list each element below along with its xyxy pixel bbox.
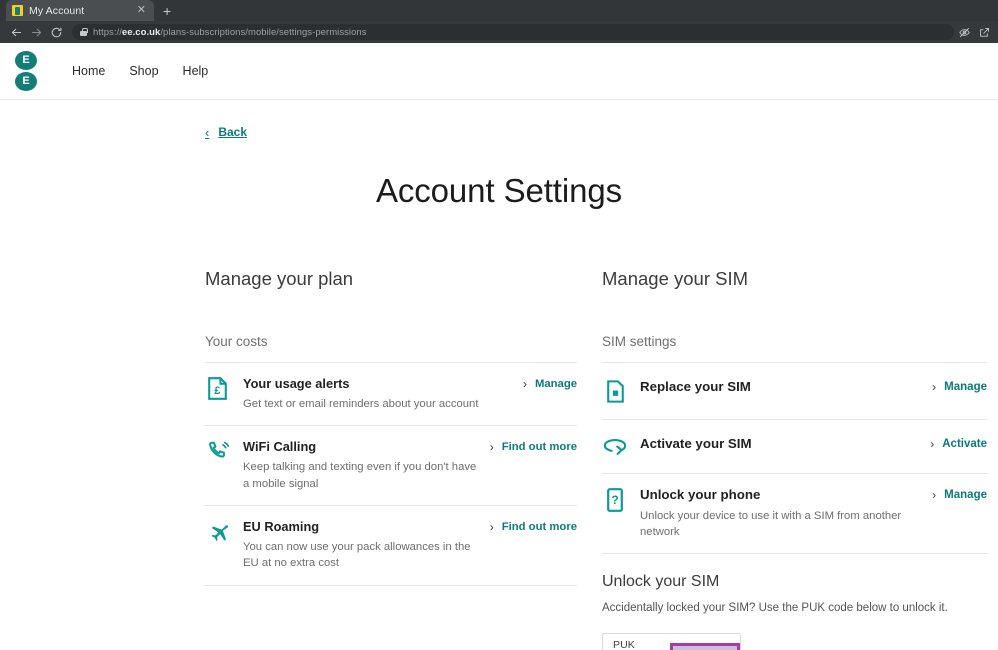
list-item-text: Your usage alerts Get text or email remi… — [243, 375, 511, 412]
logo-letter-top: E — [15, 51, 37, 70]
sim-settings-card: Replace your SIM › Manage Activate your … — [602, 362, 987, 555]
your-costs-subheading: Your costs — [205, 334, 268, 349]
document-pound-icon: £ — [205, 375, 231, 400]
manage-sim-column: Manage your SIM SIM settings Replace you… — [602, 268, 987, 650]
toolbar-right-icons — [958, 26, 992, 39]
chevron-left-icon: ‹ — [205, 124, 210, 140]
list-item-activate-sim[interactable]: Activate your SIM › Activate — [602, 420, 987, 474]
list-item-description: Unlock your device to use it with a SIM … — [640, 509, 902, 538]
list-item-text: Unlock your phone Unlock your device to … — [640, 486, 920, 540]
url-text: https://ee.co.uk/plans-subscriptions/mob… — [93, 26, 367, 38]
list-item-title: EU Roaming — [243, 519, 320, 535]
page-title: Account Settings — [375, 172, 623, 209]
list-item-text: EU Roaming You can now use your pack all… — [243, 518, 478, 572]
list-item-text: Replace your SIM — [640, 378, 920, 396]
sim-card-icon — [602, 378, 628, 403]
manage-sim-heading: Manage your SIM — [602, 268, 749, 289]
ee-favicon-icon — [12, 5, 23, 16]
reload-icon[interactable] — [46, 22, 66, 42]
tab-strip: My Account ✕ + — [0, 0, 998, 21]
back-label: Back — [218, 125, 248, 139]
browser-tab[interactable]: My Account ✕ — [6, 0, 154, 21]
chevron-right-icon: › — [522, 377, 527, 391]
site-header: E E Home Shop Help — [0, 43, 998, 100]
puk-code-box: PUK CODE: — [602, 633, 741, 650]
wifi-calling-icon — [205, 438, 231, 463]
action-label: Manage — [944, 489, 987, 501]
list-item-usage-alerts[interactable]: £ Your usage alerts Get text or email re… — [205, 363, 577, 427]
phone-question-icon: ? — [602, 486, 628, 512]
arrow-left-icon[interactable] — [6, 22, 26, 42]
settings-columns: Manage your plan Your costs £ Your usage… — [0, 268, 998, 650]
list-item-replace-sim[interactable]: Replace your SIM › Manage — [602, 363, 987, 420]
unlock-sim-description: Accidentally locked your SIM? Use the PU… — [602, 602, 948, 615]
chevron-right-icon: › — [489, 520, 494, 535]
address-bar[interactable]: https://ee.co.uk/plans-subscriptions/mob… — [72, 24, 954, 40]
unlock-sim-section: Unlock your SIM Accidentally locked your… — [602, 573, 987, 650]
list-item-unlock-phone[interactable]: ? Unlock your phone Unlock your device t… — [602, 474, 987, 555]
list-item-text: Activate your SIM — [640, 435, 918, 453]
action-label: Find out more — [501, 521, 577, 534]
manage-usage-alerts-link[interactable]: › Manage — [523, 375, 577, 391]
list-item-description: Get text or email reminders about your a… — [243, 397, 479, 410]
list-item-description: You can now use your pack allowances in … — [243, 541, 471, 570]
tab-title: My Account — [29, 4, 85, 17]
action-label: Manage — [534, 378, 577, 390]
list-item-title: Your usage alerts — [243, 376, 350, 391]
back-link[interactable]: ‹ Back — [205, 125, 247, 139]
list-item-title: WiFi Calling — [243, 439, 317, 455]
airplane-icon — [205, 518, 231, 543]
ee-logo[interactable]: E E — [14, 51, 38, 91]
plus-icon[interactable]: + — [163, 4, 171, 18]
share-icon[interactable] — [978, 26, 991, 39]
nav-item-home[interactable]: Home — [72, 64, 105, 78]
chevron-right-icon: › — [932, 380, 937, 394]
activate-sim-link[interactable]: › Activate — [930, 435, 987, 451]
list-item-title: Replace your SIM — [640, 379, 751, 394]
list-item-eu-roaming[interactable]: EU Roaming You can now use your pack all… — [205, 506, 577, 586]
main-nav: Home Shop Help — [72, 64, 208, 78]
nav-item-help[interactable]: Help — [183, 64, 209, 78]
lock-icon — [80, 28, 88, 36]
manage-plan-column: Manage your plan Your costs £ Your usage… — [205, 268, 577, 650]
close-icon[interactable]: ✕ — [137, 5, 148, 16]
puk-code-label: PUK CODE: — [613, 639, 635, 650]
your-costs-card: £ Your usage alerts Get text or email re… — [205, 362, 577, 586]
sim-settings-subheading: SIM settings — [602, 334, 677, 349]
activate-arrow-icon — [602, 435, 628, 457]
manage-unlock-phone-link[interactable]: › Manage — [932, 486, 987, 502]
browser-chrome: My Account ✕ + https://ee.co.uk/plans-su… — [0, 0, 998, 43]
unlock-sim-heading: Unlock your SIM — [602, 573, 720, 591]
page-content: E E Home Shop Help ‹ Back Account Settin… — [0, 43, 998, 650]
puk-code-value-redacted[interactable] — [670, 642, 740, 650]
nav-item-shop[interactable]: Shop — [129, 64, 158, 78]
chevron-right-icon: › — [489, 440, 494, 455]
logo-letter-bottom: E — [15, 72, 37, 91]
wifi-calling-find-out-more-link[interactable]: › Find out more — [490, 438, 577, 454]
chevron-right-icon: › — [932, 488, 937, 502]
action-label: Activate — [942, 438, 987, 450]
list-item-title: Unlock your phone — [640, 487, 761, 502]
browser-toolbar: https://ee.co.uk/plans-subscriptions/mob… — [0, 21, 998, 43]
eu-roaming-find-out-more-link[interactable]: › Find out more — [490, 518, 577, 534]
svg-text:£: £ — [214, 385, 220, 397]
action-label: Find out more — [501, 441, 577, 454]
svg-text:?: ? — [611, 493, 618, 507]
eye-slash-icon[interactable] — [958, 26, 971, 39]
chevron-right-icon: › — [930, 437, 935, 451]
arrow-right-icon[interactable] — [26, 22, 46, 42]
list-item-wifi-calling[interactable]: WiFi Calling Keep talking and texting ev… — [205, 426, 577, 507]
manage-plan-heading: Manage your plan — [205, 268, 354, 289]
list-item-text: WiFi Calling Keep talking and texting ev… — [243, 438, 478, 492]
main-content: ‹ Back Account Settings Manage your plan… — [0, 125, 998, 650]
action-label: Manage — [944, 381, 987, 393]
manage-replace-sim-link[interactable]: › Manage — [932, 378, 987, 394]
list-item-title: Activate your SIM — [640, 436, 752, 451]
list-item-description: Keep talking and texting even if you don… — [243, 461, 477, 490]
